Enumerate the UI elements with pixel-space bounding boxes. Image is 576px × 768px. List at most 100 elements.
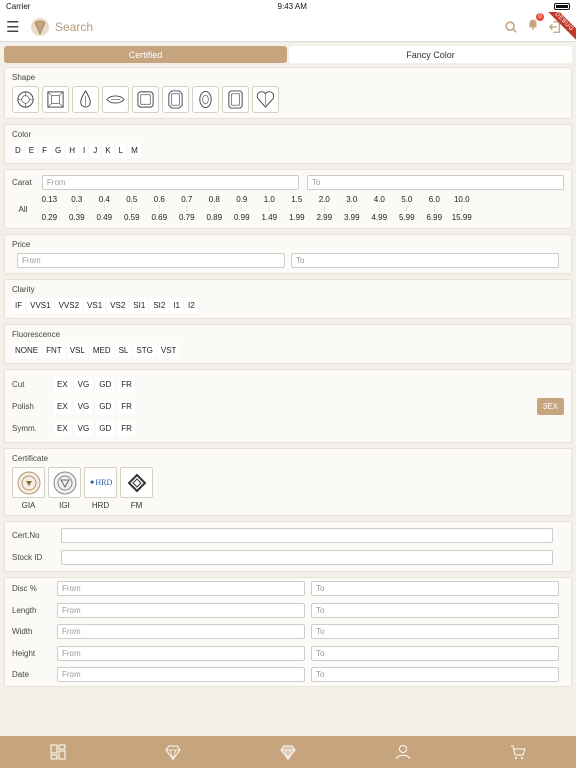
cut-chip[interactable]: FR: [118, 376, 135, 392]
carat-range-chip[interactable]: 0.13 ⋮ 0.29: [37, 195, 62, 223]
shape-round-button[interactable]: [12, 86, 39, 113]
hrd-logo-text: HRD: [95, 478, 113, 487]
fluorescence-chip[interactable]: NONE: [12, 343, 42, 358]
carat-range-chip[interactable]: 10.0 ⋮ 15.99: [450, 195, 475, 223]
cert-hrd-button[interactable]: ✦HRD HRD: [84, 467, 117, 510]
cert-igi-button[interactable]: IGI: [48, 467, 81, 510]
measure-from-input[interactable]: From: [57, 581, 305, 597]
color-chip[interactable]: H: [66, 143, 79, 158]
color-chip[interactable]: L: [115, 143, 127, 158]
measure-to-input[interactable]: To: [311, 624, 559, 640]
search-icon[interactable]: [504, 20, 518, 34]
carat-range-chip[interactable]: 1.5 ⋮ 1.99: [285, 195, 310, 223]
shape-emerald-button[interactable]: [162, 86, 189, 113]
cert-name: HRD: [91, 501, 110, 510]
cut-chip[interactable]: GD: [96, 376, 115, 392]
menu-icon[interactable]: ☰: [6, 18, 26, 36]
polish-chip[interactable]: FR: [118, 398, 135, 414]
color-chip[interactable]: M: [128, 143, 141, 158]
fluorescence-chip[interactable]: FNT: [43, 343, 65, 358]
three-ex-button[interactable]: 3EX: [536, 397, 564, 415]
color-chip[interactable]: D: [12, 143, 24, 158]
carat-from-input[interactable]: From: [41, 175, 299, 190]
carat-range-chip[interactable]: 0.3 ⋮ 0.39: [65, 195, 90, 223]
clarity-chip[interactable]: VS2: [107, 298, 129, 313]
carat-range-chip[interactable]: 1.0 ⋮ 1.49: [257, 195, 282, 223]
shape-heart-button[interactable]: [252, 86, 279, 113]
notification-button[interactable]: 0: [526, 13, 544, 36]
shape-oval-button[interactable]: [192, 86, 219, 113]
carat-range-chip[interactable]: 0.6 ⋮ 0.69: [147, 195, 172, 223]
carat-range-chip[interactable]: 0.8 ⋮ 0.89: [202, 195, 227, 223]
fluorescence-chip[interactable]: STG: [133, 343, 156, 358]
shape-cushion-button[interactable]: [132, 86, 159, 113]
measure-from-input[interactable]: From: [57, 667, 305, 683]
color-chip[interactable]: I: [80, 143, 89, 158]
cut-chip[interactable]: EX: [54, 376, 71, 392]
notification-count-badge: 0: [536, 13, 544, 21]
fluorescence-chip[interactable]: VST: [157, 343, 180, 358]
fluorescence-chip[interactable]: SL: [115, 343, 132, 358]
user-icon[interactable]: [395, 744, 411, 760]
shape-princess-button[interactable]: [42, 86, 69, 113]
price-from-input[interactable]: From: [17, 253, 285, 268]
carat-range-chip[interactable]: 0.9 ⋮ 0.99: [230, 195, 255, 223]
clarity-chip[interactable]: I1: [170, 298, 183, 313]
measure-to-input[interactable]: To: [311, 645, 559, 661]
cert-gia-button[interactable]: GIA: [12, 467, 45, 510]
shape-marquise-button[interactable]: [102, 86, 129, 113]
carat-range-to: 2.99: [316, 213, 333, 222]
carat-range-chip[interactable]: 0.4 ⋮ 0.49: [92, 195, 117, 223]
symm-chip[interactable]: VG: [74, 420, 93, 436]
clarity-chip[interactable]: I2: [185, 298, 198, 313]
dashboard-icon[interactable]: [50, 744, 66, 760]
stock-id-input[interactable]: [61, 549, 553, 565]
tab-certified[interactable]: Certified: [4, 46, 287, 63]
shape-radiant-button[interactable]: [222, 86, 249, 113]
cert-no-input[interactable]: [61, 528, 553, 544]
search-diamond-icon[interactable]: [280, 744, 296, 760]
color-chip[interactable]: G: [52, 143, 65, 158]
clarity-chip[interactable]: IF: [12, 298, 26, 313]
polish-chip[interactable]: GD: [96, 398, 115, 414]
measure-from-input[interactable]: From: [57, 624, 305, 640]
color-chip[interactable]: E: [25, 143, 38, 158]
clarity-chip[interactable]: SI1: [130, 298, 149, 313]
carat-all-button[interactable]: All: [12, 205, 34, 214]
carat-range-chip[interactable]: 6.0 ⋮ 6.99: [422, 195, 447, 223]
color-chip[interactable]: K: [102, 143, 114, 158]
measure-to-input[interactable]: To: [311, 667, 559, 683]
carat-range-chip[interactable]: 4.0 ⋮ 4.99: [367, 195, 392, 223]
clarity-chip[interactable]: SI2: [150, 298, 169, 313]
carat-range-chip[interactable]: 2.0 ⋮ 2.99: [312, 195, 337, 223]
polish-chip[interactable]: EX: [54, 398, 71, 414]
symm-chip[interactable]: GD: [96, 420, 115, 436]
symm-chip[interactable]: EX: [54, 420, 71, 436]
measure-from-input[interactable]: From: [57, 602, 305, 618]
measure-to-input[interactable]: To: [311, 581, 559, 597]
carat-range-chip[interactable]: 0.7 ⋮ 0.79: [175, 195, 200, 223]
clarity-chip[interactable]: VS1: [84, 298, 106, 313]
measure-from-input[interactable]: From: [57, 645, 305, 661]
cut-chip[interactable]: VG: [74, 376, 93, 392]
cart-icon[interactable]: [510, 744, 527, 760]
shape-pear-button[interactable]: [72, 86, 99, 113]
fluorescence-chip[interactable]: MED: [89, 343, 114, 358]
carat-to-input[interactable]: To: [306, 175, 565, 190]
carat-range-chip[interactable]: 0.5 ⋮ 0.59: [120, 195, 145, 223]
diamond-icon[interactable]: [165, 744, 181, 760]
search-input[interactable]: Search: [55, 20, 504, 34]
carat-range-chip[interactable]: 5.0 ⋮ 5.99: [395, 195, 420, 223]
color-chip[interactable]: F: [39, 143, 51, 158]
clarity-chip[interactable]: VVS1: [27, 298, 54, 313]
carat-range-chip[interactable]: 3.0 ⋮ 3.99: [340, 195, 365, 223]
fluorescence-chip[interactable]: VSL: [66, 343, 88, 358]
price-to-input[interactable]: To: [291, 253, 559, 268]
color-chip[interactable]: J: [90, 143, 101, 158]
cert-fm-button[interactable]: FM: [120, 467, 153, 510]
symm-chip[interactable]: FR: [118, 420, 135, 436]
measure-to-input[interactable]: To: [311, 602, 559, 618]
tab-fancy-color[interactable]: Fancy Color: [289, 46, 572, 63]
clarity-chip[interactable]: VVS2: [55, 298, 83, 313]
polish-chip[interactable]: VG: [74, 398, 93, 414]
